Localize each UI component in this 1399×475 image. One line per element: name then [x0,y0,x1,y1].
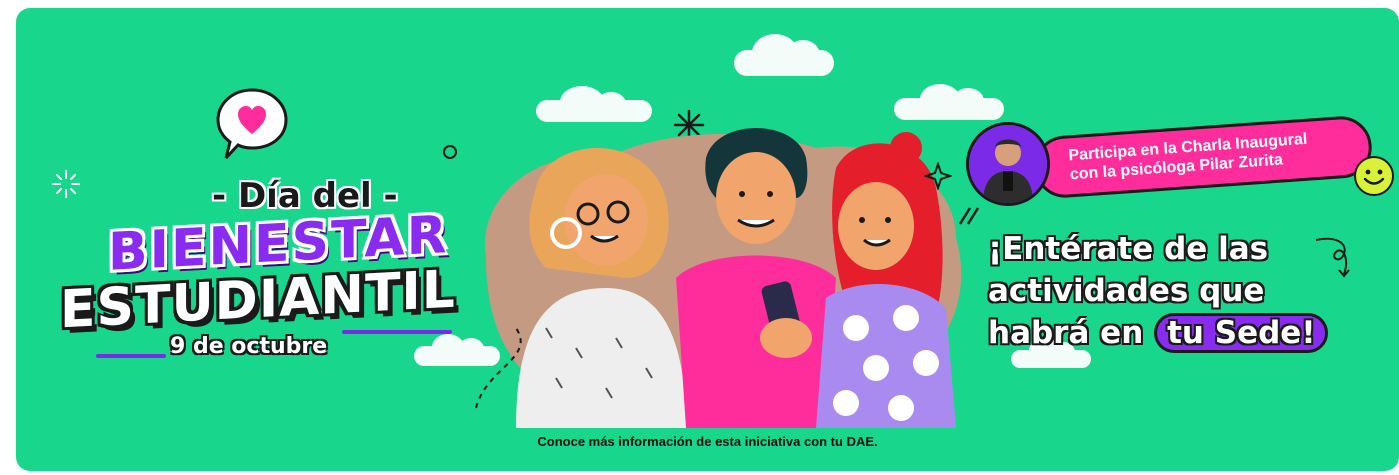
headline-line3-prefix: habrá en [988,315,1144,351]
event-date: 9 de octubre [170,334,328,359]
headline-line3: habrá en tu Sede! [988,312,1388,354]
date-underline-right [342,330,452,334]
person-photo [969,125,1047,203]
heart-speech-bubble-icon [216,88,288,160]
speaker-avatar [966,122,1050,206]
charla-banner[interactable]: Participa en la Charla Inaugural con la … [1032,114,1374,200]
footer-info-text: Conoce más información de esta iniciativ… [537,434,878,449]
smiley-face-icon [1354,156,1394,196]
event-title: - Día del - BIENESTAR ESTUDIANTIL 9 de o… [46,158,506,378]
tu-sede-pill: tu Sede! [1154,313,1329,353]
hero-banner[interactable]: - Día del - BIENESTAR ESTUDIANTIL 9 de o… [16,8,1399,471]
curly-arrow-icon [1315,237,1350,278]
cloud-decoration [734,34,834,76]
date-underline-left [96,354,166,358]
students-illustration [475,128,962,428]
slash-decoration [958,207,980,225]
sparkle-outline-icon [924,162,952,190]
